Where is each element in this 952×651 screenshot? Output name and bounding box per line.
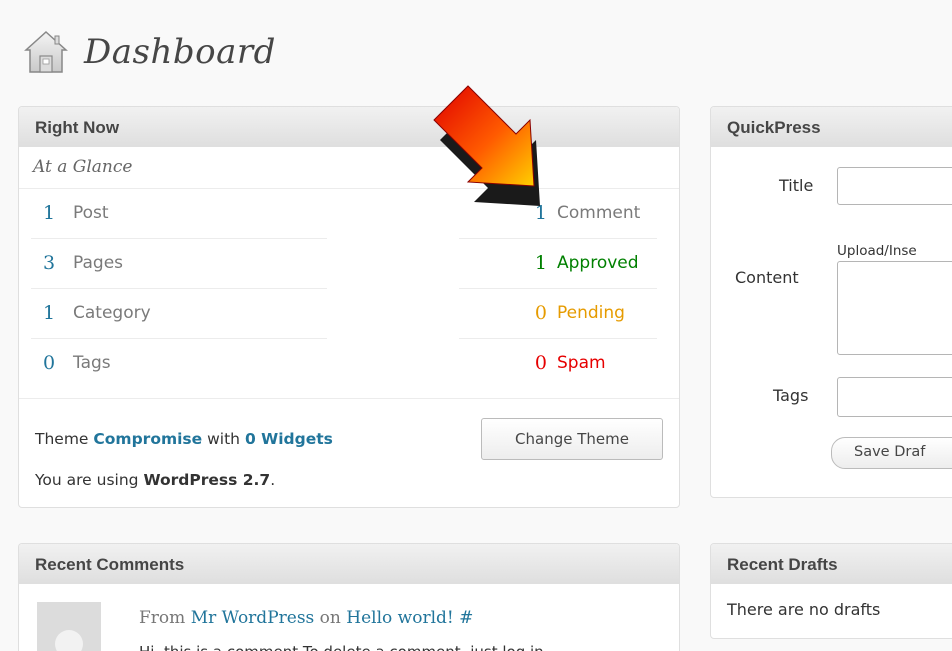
pending-count[interactable]: 0 <box>535 302 547 324</box>
pages-label[interactable]: Pages <box>73 253 123 273</box>
comments-label[interactable]: Comment <box>557 203 640 223</box>
at-a-glance-label: At a Glance <box>19 147 679 189</box>
stat-row: 1 Post 1 Comment <box>19 189 679 239</box>
tags-input[interactable] <box>837 377 952 417</box>
house-icon <box>24 30 68 73</box>
page-header: Dashboard <box>22 28 276 76</box>
posts-count[interactable]: 1 <box>43 202 55 224</box>
tags-stat[interactable]: 0 Tags <box>31 339 327 389</box>
theme-prefix: Theme <box>35 430 89 448</box>
theme-with: with <box>207 430 240 448</box>
widgets-link[interactable]: 0 Widgets <box>245 430 333 448</box>
stat-row: 3 Pages 1 Approved <box>19 239 679 289</box>
change-theme-button[interactable]: Change Theme <box>481 418 663 460</box>
version-suffix: . <box>270 471 276 489</box>
spam-label[interactable]: Spam <box>557 353 606 373</box>
upload-insert-label[interactable]: Upload/Inse <box>837 243 917 259</box>
annotation-arrow-icon <box>433 85 540 206</box>
comment-meta: From Mr WordPress on Hello world! # <box>139 608 473 628</box>
approved-stat[interactable]: 1 Approved <box>459 239 657 289</box>
tags-label[interactable]: Tags <box>73 353 111 373</box>
theme-info: Theme Compromise with 0 Widgets <box>35 430 333 448</box>
stat-row: 0 Tags 0 Spam <box>19 339 679 389</box>
right-now-widget: Right Now At a Glance 1 Post 1 Comment 3… <box>18 106 680 508</box>
pages-count[interactable]: 3 <box>43 252 55 274</box>
comment-on: on <box>319 608 341 628</box>
comment-author-link[interactable]: Mr WordPress <box>191 608 315 628</box>
recent-comments-title[interactable]: Recent Comments <box>19 544 679 584</box>
spam-stat[interactable]: 0 Spam <box>459 339 657 389</box>
approved-label[interactable]: Approved <box>557 253 639 273</box>
version-prefix: You are using <box>35 471 139 489</box>
categories-count[interactable]: 1 <box>43 302 55 324</box>
comment-from: From <box>139 608 186 628</box>
version-info: You are using WordPress 2.7. <box>35 471 275 489</box>
tags-label: Tags <box>773 386 809 405</box>
content-label: Content <box>735 268 799 287</box>
posts-stat[interactable]: 1 Post <box>31 189 327 239</box>
page-title: Dashboard <box>84 32 276 72</box>
quickpress-widget: QuickPress Title Upload/Inse Content Tag… <box>710 106 952 498</box>
posts-label[interactable]: Post <box>73 203 109 223</box>
recent-comments-widget: Recent Comments From Mr WordPress on Hel… <box>18 543 680 651</box>
recent-drafts-widget: Recent Drafts There are no drafts <box>710 543 952 639</box>
right-now-title[interactable]: Right Now <box>19 107 679 147</box>
comment-post-link[interactable]: Hello world! <box>346 608 453 628</box>
recent-drafts-title[interactable]: Recent Drafts <box>711 544 952 584</box>
title-label: Title <box>779 176 814 195</box>
approved-count[interactable]: 1 <box>535 252 547 274</box>
content-textarea[interactable] <box>837 261 952 355</box>
categories-label[interactable]: Category <box>73 303 151 323</box>
avatar <box>37 602 101 651</box>
quickpress-title[interactable]: QuickPress <box>711 107 952 147</box>
no-drafts-text: There are no drafts <box>727 600 881 619</box>
theme-name-link[interactable]: Compromise <box>93 430 202 448</box>
title-input[interactable] <box>837 167 952 205</box>
tags-count[interactable]: 0 <box>43 352 55 374</box>
spam-count[interactable]: 0 <box>535 352 547 374</box>
stat-row: 1 Category 0 Pending <box>19 289 679 339</box>
comment-excerpt: Hi, this is a comment.To delete a commen… <box>139 643 544 651</box>
pages-stat[interactable]: 3 Pages <box>31 239 327 289</box>
pending-stat[interactable]: 0 Pending <box>459 289 657 339</box>
pending-label[interactable]: Pending <box>557 303 625 323</box>
wordpress-version: WordPress 2.7 <box>143 471 271 489</box>
categories-stat[interactable]: 1 Category <box>31 289 327 339</box>
stats-table: 1 Post 1 Comment 3 Pages 1 Approved 1 Ca… <box>19 189 679 399</box>
save-draft-button[interactable]: Save Draf <box>831 437 952 469</box>
comment-permalink[interactable]: # <box>459 608 473 628</box>
